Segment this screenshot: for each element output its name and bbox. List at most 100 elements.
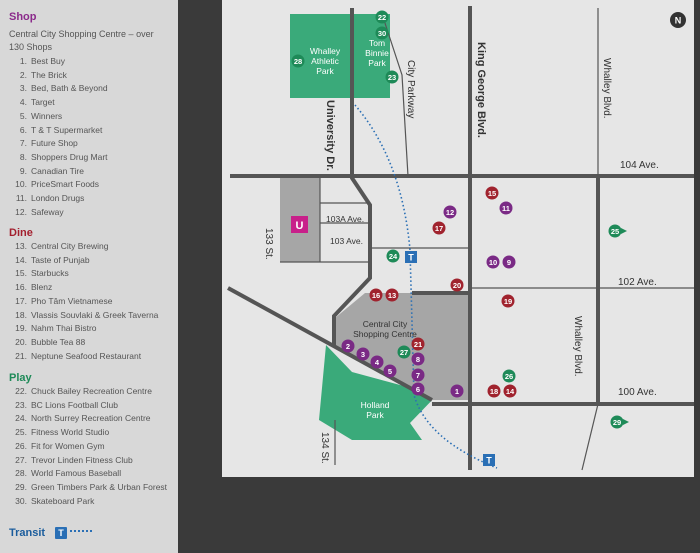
play-item-number: 29. bbox=[15, 481, 27, 492]
street-134-st: 134 St. bbox=[319, 432, 330, 464]
transit-icon: T bbox=[55, 527, 67, 539]
street-104-ave: 104 Ave. bbox=[620, 160, 659, 171]
shop-item-name: Safeway bbox=[31, 206, 64, 217]
map-marker-label: 30 bbox=[378, 29, 386, 38]
map-marker-label: 19 bbox=[504, 297, 512, 306]
map-marker-label: 6 bbox=[416, 385, 420, 394]
university-badge-label: U bbox=[296, 220, 304, 232]
play-item-number: 24. bbox=[15, 413, 27, 424]
shop-item-name: Shoppers Drug Mart bbox=[31, 151, 108, 162]
shop-item-number: 3. bbox=[19, 83, 27, 94]
shop-item-number: 4. bbox=[19, 97, 27, 108]
shop-item-number: 1. bbox=[19, 56, 27, 66]
play-item-number: 28. bbox=[15, 468, 27, 479]
play-item: 28. World Famous Baseball bbox=[0, 467, 178, 481]
shop-item: 7. Future Shop bbox=[0, 137, 178, 151]
shop-item-name: Future Shop bbox=[31, 138, 78, 149]
street-103-ave: 103 Ave. bbox=[330, 236, 363, 246]
map-marker-label: 10 bbox=[489, 258, 497, 267]
shop-item-number: 8. bbox=[19, 151, 27, 162]
map-marker-label: 17 bbox=[435, 224, 443, 233]
shop-heading: Shop bbox=[9, 11, 37, 23]
shop-item-name: Target bbox=[31, 97, 55, 108]
map-marker-label: 29 bbox=[613, 418, 621, 427]
play-item: 23. BC Lions Football Club bbox=[0, 399, 178, 413]
shop-item: 5. Winners bbox=[0, 110, 178, 124]
shop-item: 10. PriceSmart Foods bbox=[0, 178, 178, 192]
dine-item: 20. Bubble Tea 88 bbox=[0, 336, 178, 350]
map-marker-label: 11 bbox=[502, 204, 510, 213]
map-marker-label: 9 bbox=[507, 258, 511, 267]
dine-item: 15. Starbucks bbox=[0, 267, 178, 281]
offmap-arrow-icon bbox=[623, 419, 629, 425]
dine-item-name: Blenz bbox=[31, 282, 53, 293]
dine-item-name: Neptune Seafood Restaurant bbox=[31, 350, 142, 361]
dine-item: 17. Pho Tâm Vietnamese bbox=[0, 295, 178, 309]
dine-heading: Dine bbox=[9, 227, 33, 239]
play-item: 29. Green Timbers Park & Urban Forest bbox=[0, 481, 178, 495]
shop-item-number: 7. bbox=[19, 138, 27, 149]
dine-item-number: 15. bbox=[15, 268, 27, 279]
map-marker-label: 20 bbox=[453, 281, 461, 290]
shop-item-number: 2. bbox=[19, 69, 27, 80]
shop-item-name: Best Buy bbox=[31, 56, 66, 66]
dine-item-number: 19. bbox=[15, 323, 27, 334]
map-marker-label: 8 bbox=[416, 355, 420, 364]
shop-item: 8. Shoppers Drug Mart bbox=[0, 151, 178, 165]
play-item: 30. Skateboard Park bbox=[0, 495, 178, 509]
map-marker-label: 26 bbox=[505, 372, 513, 381]
play-item-number: 30. bbox=[15, 495, 27, 506]
dine-item: 13. Central City Brewing bbox=[0, 240, 178, 254]
map-marker-label: 15 bbox=[488, 189, 496, 198]
shop-intro: Central City Shopping Centre – over 130 … bbox=[9, 29, 154, 52]
play-item-number: 26. bbox=[15, 440, 27, 451]
map-marker-label: 28 bbox=[294, 57, 302, 66]
play-item-number: 25. bbox=[15, 427, 27, 438]
play-item-name: North Surrey Recreation Centre bbox=[31, 413, 151, 424]
play-item-name: Fitness World Studio bbox=[31, 427, 110, 438]
map-marker-label: 2 bbox=[346, 342, 350, 351]
dine-item-number: 18. bbox=[15, 309, 27, 320]
map-marker-label: 12 bbox=[446, 208, 454, 217]
play-item: 26. Fit for Women Gym bbox=[0, 440, 178, 454]
shop-item-name: PriceSmart Foods bbox=[31, 179, 100, 190]
shop-item: 1. Best Buy bbox=[0, 55, 178, 69]
shop-item-name: The Brick bbox=[31, 69, 67, 80]
map-marker-label: 21 bbox=[414, 340, 422, 349]
map: University Dr. City Parkway King George … bbox=[222, 0, 694, 477]
street-city-parkway: City Parkway bbox=[405, 60, 416, 118]
shop-item: 6. T & T Supermarket bbox=[0, 124, 178, 138]
svg-text:T: T bbox=[486, 456, 492, 466]
shop-item-number: 10. bbox=[15, 179, 27, 190]
shop-item: 9. Canadian Tire bbox=[0, 165, 178, 179]
dine-item: 18. Vlassis Souvlaki & Greek Taverna bbox=[0, 309, 178, 323]
map-marker-label: 18 bbox=[490, 387, 498, 396]
shop-item: 2. The Brick bbox=[0, 69, 178, 83]
play-item: 25. Fitness World Studio bbox=[0, 426, 178, 440]
dine-item-number: 20. bbox=[15, 336, 27, 347]
play-item-number: 23. bbox=[15, 399, 27, 410]
dine-item-number: 17. bbox=[15, 295, 27, 306]
map-marker-label: 27 bbox=[400, 348, 408, 357]
dine-list: 13. Central City Brewing 14. Taste of Punja… bbox=[0, 240, 178, 363]
dine-item-name: Nahm Thai Bistro bbox=[31, 323, 97, 334]
play-item-number: 22. bbox=[15, 386, 27, 396]
street-100-ave: 100 Ave. bbox=[618, 387, 657, 398]
dine-item-name: Pho Tâm Vietnamese bbox=[31, 295, 113, 306]
shop-item-name: London Drugs bbox=[31, 193, 85, 204]
play-item-name: Chuck Bailey Recreation Centre bbox=[31, 386, 152, 396]
play-item: 22. Chuck Bailey Recreation Centre bbox=[0, 385, 178, 399]
map-marker-label: 22 bbox=[378, 13, 386, 22]
transit-station-icon: T bbox=[405, 251, 417, 263]
shop-item-number: 6. bbox=[19, 124, 27, 135]
dine-item-number: 21. bbox=[15, 350, 27, 361]
dine-item-name: Vlassis Souvlaki & Greek Taverna bbox=[31, 309, 159, 320]
street-103a-ave: 103A Ave. bbox=[326, 214, 364, 224]
dine-item-name: Starbucks bbox=[31, 268, 69, 279]
map-marker-label: 13 bbox=[388, 291, 396, 300]
map-marker-label: 3 bbox=[361, 350, 365, 359]
transit-heading: Transit bbox=[9, 527, 46, 539]
dine-item-name: Bubble Tea 88 bbox=[31, 336, 86, 347]
shop-item: 11. London Drugs bbox=[0, 192, 178, 206]
shop-item-number: 9. bbox=[19, 165, 27, 176]
